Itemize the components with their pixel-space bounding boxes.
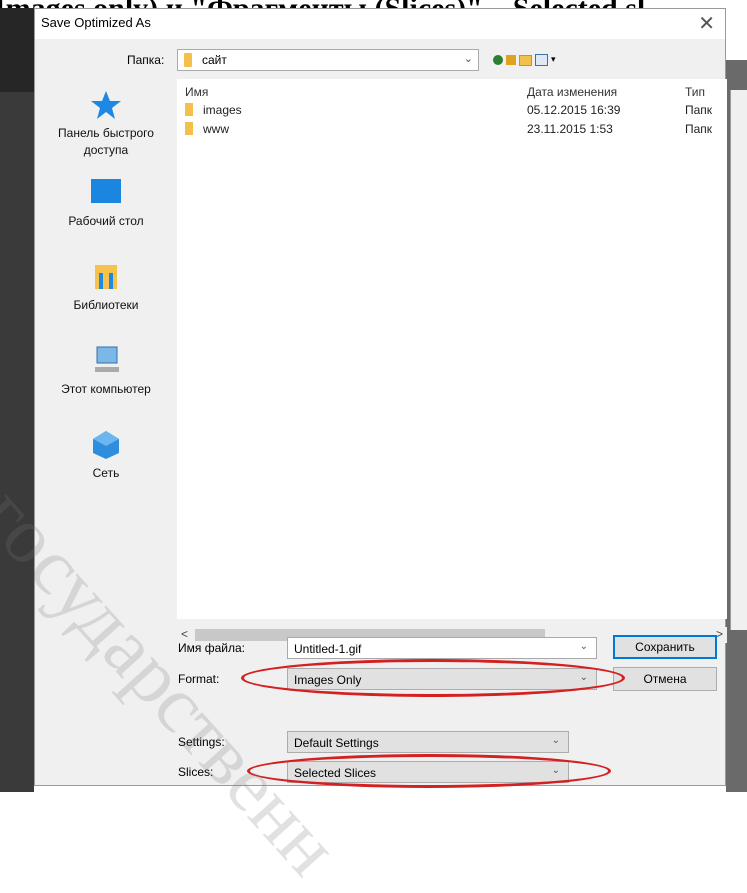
folder-current: сайт <box>202 53 227 67</box>
file-name: images <box>203 103 242 117</box>
chevron-down-icon[interactable]: ▾ <box>551 55 556 65</box>
file-list[interactable]: Имя Дата изменения Тип images 05.12.2015… <box>177 79 727 643</box>
place-this-pc[interactable]: Этот компьютер <box>35 345 177 398</box>
new-folder-icon[interactable] <box>519 54 532 66</box>
chevron-down-icon[interactable]: ⌄ <box>464 52 473 65</box>
scroll-left-icon[interactable]: < <box>181 627 188 641</box>
format-label: Format: <box>178 672 220 686</box>
list-item[interactable]: images 05.12.2015 16:39 Папк <box>177 101 727 119</box>
folder-select[interactable]: сайт ⌄ <box>177 49 479 71</box>
folder-label: Папка: <box>127 53 165 67</box>
background-app-left <box>0 8 34 792</box>
libraries-icon <box>95 265 117 289</box>
folder-icon <box>185 122 193 135</box>
back-icon[interactable] <box>493 55 503 65</box>
file-date: 05.12.2015 16:39 <box>527 103 621 117</box>
file-type: Папк <box>685 122 713 136</box>
column-header-name[interactable]: Имя <box>185 85 208 99</box>
star-icon <box>91 91 121 119</box>
folder-toolbar: ▾ <box>493 49 556 71</box>
folder-icon <box>184 53 192 67</box>
chevron-down-icon[interactable]: ⌄ <box>552 735 560 746</box>
place-quick-access[interactable]: Панель быстрого доступа <box>35 89 177 159</box>
up-folder-icon[interactable] <box>506 55 516 65</box>
dialog-title: Save Optimized As <box>41 15 151 30</box>
file-date: 23.11.2015 1:53 <box>527 122 613 136</box>
scroll-right-icon[interactable]: > <box>716 627 723 641</box>
place-label: Панель быстрого доступа <box>58 126 154 157</box>
cancel-button[interactable]: Отмена <box>613 667 717 691</box>
place-desktop[interactable]: Рабочий стол <box>35 177 177 230</box>
filename-value: Untitled-1.gif <box>294 642 362 656</box>
place-network[interactable]: Сеть <box>35 429 177 482</box>
network-icon <box>93 431 119 459</box>
settings-label: Settings: <box>178 735 225 749</box>
chevron-down-icon[interactable]: ⌄ <box>580 641 588 652</box>
place-label: Рабочий стол <box>68 214 144 228</box>
place-label: Сеть <box>92 466 120 480</box>
computer-icon <box>95 346 119 372</box>
filename-label: Имя файла: <box>178 641 245 655</box>
list-item[interactable]: www 23.11.2015 1:53 Папк <box>177 120 727 138</box>
background-app-toolbar <box>0 8 34 92</box>
dialog-titlebar: Save Optimized As ✕ <box>35 9 725 39</box>
save-optimized-dialog: Save Optimized As ✕ Папка: сайт ⌄ ▾ Пане… <box>34 8 727 788</box>
place-libraries[interactable]: Библиотеки <box>35 261 177 314</box>
filename-input[interactable]: Untitled-1.gif ⌄ <box>287 637 597 659</box>
settings-value: Default Settings <box>294 736 379 750</box>
column-header-date[interactable]: Дата изменения <box>527 85 617 99</box>
file-type: Папк <box>685 103 713 117</box>
highlight-oval-format <box>241 659 625 697</box>
places-bar: Панель быстрого доступа Рабочий стол Биб… <box>35 79 177 619</box>
place-label: Библиотеки <box>73 298 139 312</box>
place-label: Этот компьютер <box>61 382 151 396</box>
settings-select[interactable]: Default Settings ⌄ <box>287 731 569 753</box>
view-menu-icon[interactable] <box>535 54 548 66</box>
close-icon[interactable]: ✕ <box>698 11 715 35</box>
slices-label: Slices: <box>178 765 214 779</box>
highlight-oval-slices <box>247 754 611 788</box>
column-header-type[interactable]: Тип <box>685 85 705 99</box>
desktop-icon <box>91 179 121 203</box>
background-app-panel <box>730 90 747 630</box>
save-button[interactable]: Сохранить <box>613 635 717 659</box>
folder-icon <box>185 103 193 116</box>
file-name: www <box>203 122 229 136</box>
